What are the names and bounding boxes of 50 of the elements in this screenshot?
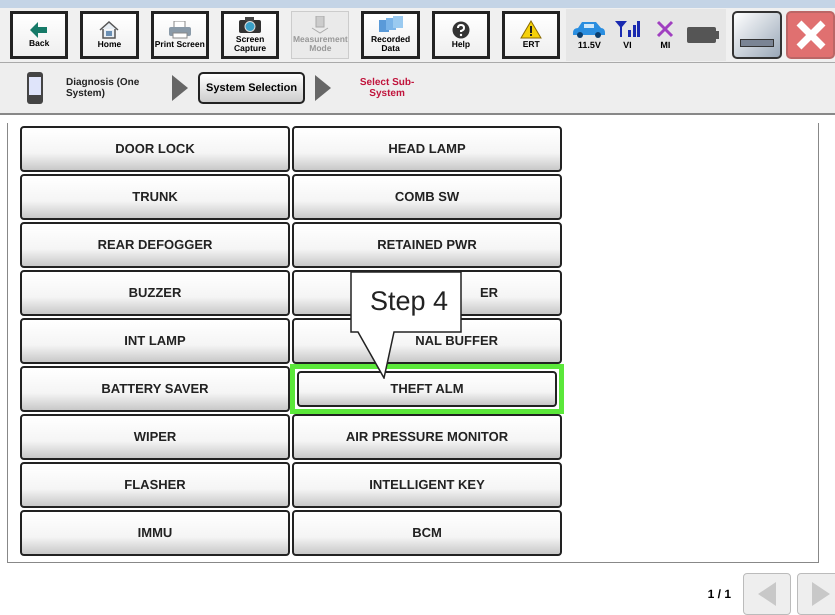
device-icon: [26, 70, 44, 105]
car-icon: [572, 20, 606, 38]
warning-icon: [520, 20, 542, 40]
printer-icon: [166, 20, 193, 39]
close-button[interactable]: [786, 10, 835, 59]
right-triangle-icon: [812, 582, 830, 606]
system-button[interactable]: INTELLIGENT KEY: [292, 462, 562, 508]
breadcrumb-button[interactable]: System Selection: [198, 72, 306, 104]
arrow-icon: [30, 22, 48, 38]
arrow-icon: [315, 74, 332, 101]
system-button[interactable]: IMMU: [20, 510, 290, 556]
status-label: 11.5V: [578, 40, 601, 50]
system-button[interactable]: RETAINED PWR: [292, 222, 562, 268]
house-icon: [99, 20, 120, 39]
help-icon: [452, 20, 470, 39]
system-button[interactable]: AIR PRESSURE MONITOR: [292, 414, 562, 460]
breadcrumb-current: Select Sub-System: [358, 76, 416, 99]
system-button[interactable]: HEAD LAMP: [292, 126, 562, 172]
toolbar-button[interactable]: Recorded Data: [361, 10, 420, 59]
minimize-button[interactable]: [732, 10, 782, 59]
cross-icon: [656, 20, 674, 38]
status-label: MI: [660, 40, 670, 50]
system-button[interactable]: BUZZER: [20, 270, 290, 316]
breadcrumb-item: Diagnosis (One System): [66, 76, 140, 99]
system-button[interactable]: REAR DEFOGGER: [20, 222, 290, 268]
system-button[interactable]: BCM: [292, 510, 562, 556]
system-button[interactable]: DOOR LOCK: [20, 126, 290, 172]
system-button[interactable]: THEFT ALM: [297, 370, 557, 407]
callout-text: Step 4: [370, 284, 448, 317]
folders-icon: [378, 16, 404, 34]
arrow-icon: [172, 74, 188, 101]
meter-icon: [310, 16, 330, 34]
system-button[interactable]: INT LAMP: [20, 318, 290, 364]
toolbar-button[interactable]: Screen Capture: [220, 10, 280, 59]
toolbar-button[interactable]: Home: [80, 10, 139, 59]
toolbar-button[interactable]: Print Screen: [150, 10, 209, 59]
system-button[interactable]: TRUNK: [20, 174, 290, 220]
toolbar-button[interactable]: Help: [432, 10, 490, 59]
toolbar-button[interactable]: Back: [10, 10, 68, 59]
left-triangle-icon: [758, 582, 776, 606]
toolbar-button[interactable]: ERT: [502, 10, 560, 59]
camera-icon: [238, 16, 262, 34]
signal-icon: [614, 20, 640, 38]
system-button[interactable]: COMB SW: [292, 174, 562, 220]
page-indicator: 1 / 1: [708, 587, 731, 601]
battery-icon: [687, 26, 720, 43]
status-label: VI: [623, 40, 632, 50]
system-button[interactable]: BATTERY SAVER: [20, 366, 290, 412]
system-button[interactable]: WIPER: [20, 414, 290, 460]
system-button[interactable]: FLASHER: [20, 462, 290, 508]
